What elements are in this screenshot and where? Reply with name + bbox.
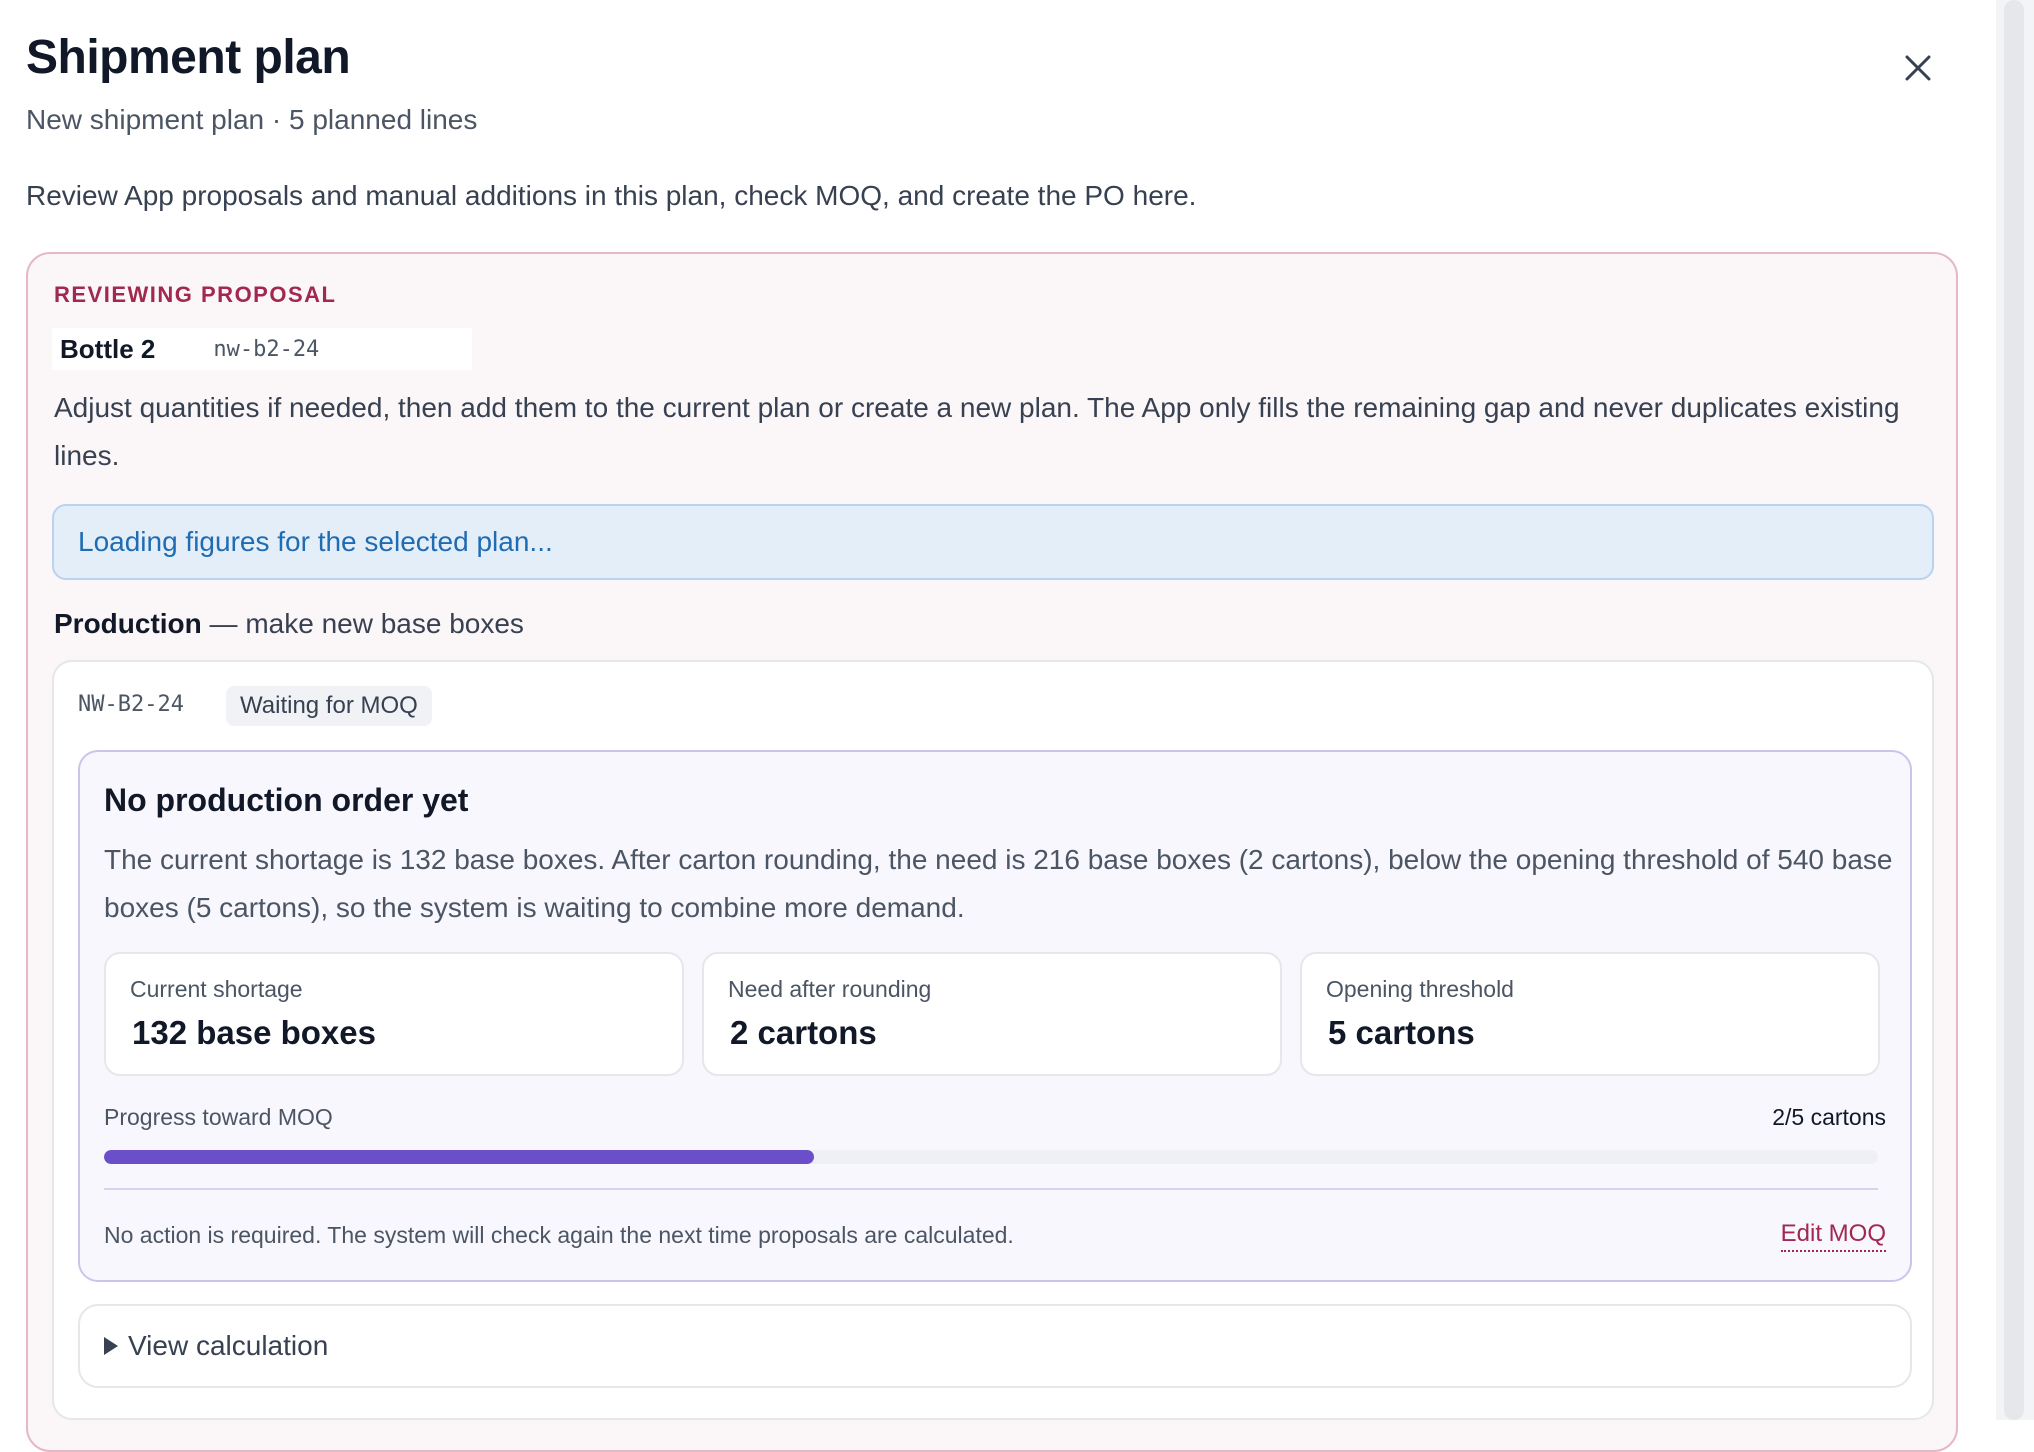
production-sku: NW-B2-24 xyxy=(78,692,184,717)
moq-note: No action is required. The system will c… xyxy=(104,1222,1014,1248)
product-name: Bottle 2 xyxy=(60,333,156,364)
moq-progress-bar xyxy=(104,1150,1878,1164)
shipment-plan-panel: Shipment plan New shipment plan · 5 plan… xyxy=(0,0,1996,1452)
moq-title: No production order yet xyxy=(104,782,469,818)
divider xyxy=(104,1188,1878,1190)
intro-text: Review App proposals and manual addition… xyxy=(26,180,1197,211)
product-chip: Bottle 2 nw-b2-24 xyxy=(52,328,472,370)
progress-label: Progress toward MOQ xyxy=(104,1104,333,1130)
stat-label: Current shortage xyxy=(130,976,303,1002)
product-sku: nw-b2-24 xyxy=(213,336,320,362)
proposal-description: Adjust quantities if needed, then add th… xyxy=(54,392,1900,471)
stat-value: 2 cartons xyxy=(730,1014,877,1051)
proposal-card: REVIEWING PROPOSAL Bottle 2 nw-b2-24 Adj… xyxy=(26,252,1958,1452)
close-icon xyxy=(1905,55,1931,81)
production-section-heading: Production — make new base boxes xyxy=(54,608,524,640)
stat-opening-threshold: Opening threshold 5 cartons xyxy=(1300,952,1880,1076)
production-card: NW-B2-24 Waiting for MOQ No production o… xyxy=(52,660,1934,1420)
edit-moq-link[interactable]: Edit MOQ xyxy=(1780,1220,1886,1252)
stat-value: 5 cartons xyxy=(1328,1014,1475,1051)
disclosure-triangle-icon xyxy=(104,1337,118,1355)
stat-value: 132 base boxes xyxy=(132,1014,376,1051)
view-calculation-label: View calculation xyxy=(128,1330,329,1361)
progress-count: 2/5 cartons xyxy=(1772,1104,1886,1130)
section-heading-rest: — make new base boxes xyxy=(201,608,524,639)
moq-progress-fill xyxy=(104,1150,814,1164)
status-badge: Waiting for MOQ xyxy=(226,686,432,726)
scrollbar-thumb[interactable] xyxy=(2004,0,2024,1420)
stat-label: Opening threshold xyxy=(1326,976,1514,1002)
page-subtitle: New shipment plan · 5 planned lines xyxy=(26,104,478,135)
page-title: Shipment plan xyxy=(26,31,351,84)
stat-need-after-rounding: Need after rounding 2 cartons xyxy=(702,952,1282,1076)
section-heading-strong: Production xyxy=(54,608,202,639)
loading-banner: Loading figures for the selected plan... xyxy=(52,504,1934,580)
close-button[interactable] xyxy=(1892,42,1944,94)
moq-description: The current shortage is 132 base boxes. … xyxy=(104,844,1893,923)
view-calculation-toggle[interactable]: View calculation xyxy=(78,1304,1912,1388)
moq-card: No production order yet The current shor… xyxy=(78,750,1912,1282)
stat-label: Need after rounding xyxy=(728,976,932,1002)
proposal-eyebrow: REVIEWING PROPOSAL xyxy=(54,282,337,307)
stat-current-shortage: Current shortage 132 base boxes xyxy=(104,952,684,1076)
